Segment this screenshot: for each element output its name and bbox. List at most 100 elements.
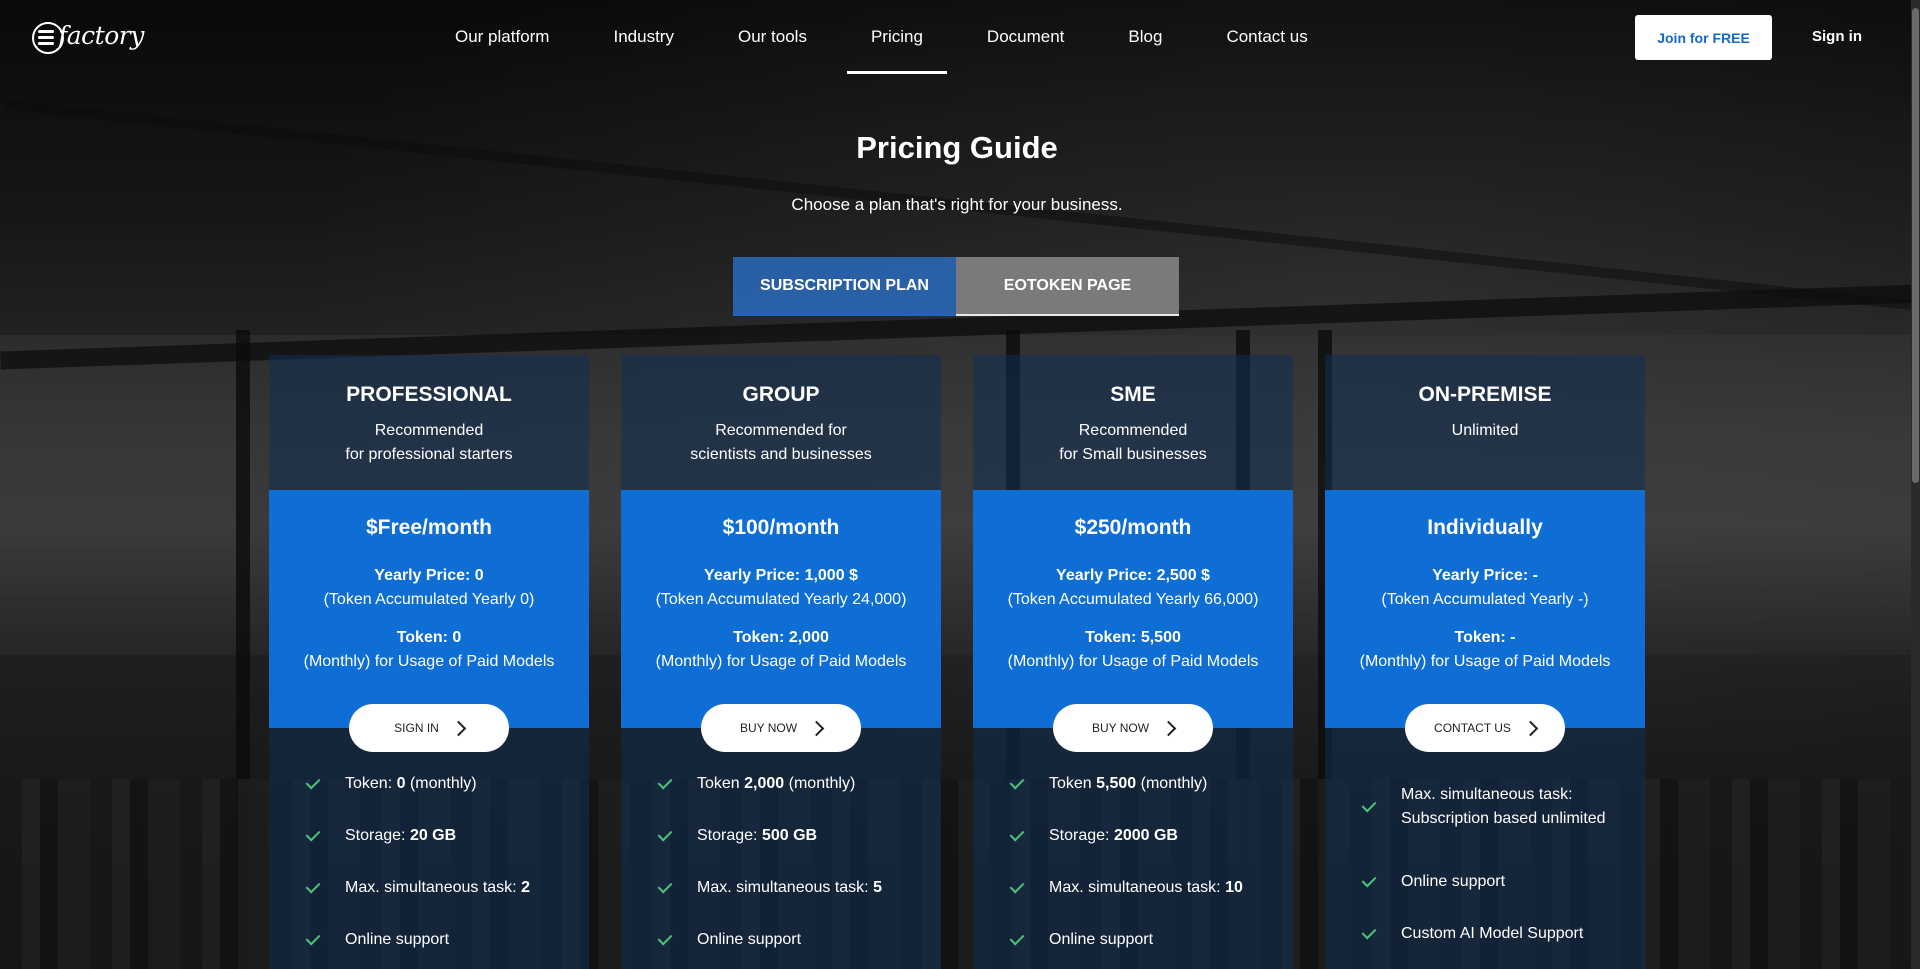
check-icon: [657, 878, 673, 894]
feature-text: Max. simultaneous task: 10: [1049, 879, 1243, 896]
tab-subscription-plan[interactable]: SUBSCRIPTION PLAN: [733, 257, 956, 316]
plan-feature: Token: 0 (monthly): [269, 758, 589, 810]
scrollbar[interactable]: [1911, 0, 1920, 969]
plan-feature: Online support: [621, 914, 941, 966]
nav-blog[interactable]: Blog: [1128, 0, 1162, 74]
feature-text: Online support: [1401, 873, 1506, 890]
tab-eotoken-page[interactable]: EOTOKEN PAGE: [956, 257, 1179, 316]
nav-document[interactable]: Document: [987, 0, 1064, 74]
plan-price: $Free/month: [365, 516, 493, 539]
plan-token: Token: 0 (Monthly) for Usage of Paid Mode…: [303, 629, 555, 670]
plan-header: SME Recommended for Small businesses: [973, 355, 1293, 490]
feature-text: Online support: [697, 931, 802, 948]
plan-yearly: Yearly Price: 0 (Token Accumulated Yearly…: [323, 567, 535, 608]
main-nav: Our platform Industry Our tools Pricing Docu…: [455, 0, 1308, 76]
feature-text: Online support: [345, 931, 450, 948]
cta-label: CONTACT US: [1434, 721, 1511, 735]
plan-recommendation: Recommended for Small businesses: [1059, 422, 1207, 463]
plan-features: Max. simultaneous task: Subscription bas…: [1325, 758, 1645, 960]
plan-token: Token: - (Monthly) for Usage of Paid Mode…: [1359, 629, 1611, 670]
plan-price: Individually: [1427, 516, 1543, 539]
feature-text: Max. simultaneous task: Subscription bas…: [1401, 786, 1606, 827]
buy-now-button[interactable]: BUY NOW: [1053, 704, 1213, 752]
plan-feature: Storage: 20 GB: [269, 810, 589, 862]
check-icon: [1009, 878, 1025, 894]
plan-recommendation: Recommended for professional starters: [345, 422, 513, 463]
nav-our-platform[interactable]: Our platform: [455, 0, 549, 74]
plan-card-sme: SME Recommended for Small businesses $250/m…: [973, 355, 1293, 969]
check-icon: [657, 774, 673, 790]
chevron-right-icon: [1522, 720, 1539, 736]
plan-header: ON-PREMISE Unlimited: [1325, 355, 1645, 490]
plan-recommendation: Unlimited: [1451, 422, 1519, 439]
page-title: Pricing Guide: [856, 130, 1058, 165]
check-icon: [1009, 930, 1025, 946]
plan-card-professional: PROFESSIONAL Recommended for professional …: [269, 355, 589, 969]
feature-text: Token 5,500 (monthly): [1049, 775, 1208, 792]
check-icon: [1361, 797, 1377, 813]
nav-pricing[interactable]: Pricing: [846, 0, 947, 74]
plan-price-box: $100/month Yearly Price: 1,000 $ (Token Ac…: [621, 490, 941, 728]
plan-yearly: Yearly Price: 1,000 $ (Token Accumulated …: [655, 567, 907, 608]
nav-industry[interactable]: Industry: [613, 0, 673, 74]
plan-name: PROFESSIONAL: [346, 383, 512, 406]
plan-price-box: $Free/month Yearly Price: 0 (Token Accumul…: [269, 490, 589, 728]
plan-feature: Max. simultaneous task: 10: [973, 862, 1293, 914]
plan-price-box: Individually Yearly Price: - (Token Accumu…: [1325, 490, 1645, 728]
site-header: factory Our platform Industry Our tools Pri…: [0, 0, 1920, 76]
plan-feature: Custom AI Model Support: [1325, 908, 1645, 960]
logo-text: factory: [58, 21, 144, 50]
plan-feature: Online support: [973, 914, 1293, 966]
contact-us-button[interactable]: CONTACT US: [1405, 704, 1565, 752]
plan-price-box: $250/month Yearly Price: 2,500 $ (Token Ac…: [973, 490, 1293, 728]
plan-feature: Online support: [269, 914, 589, 966]
check-icon: [305, 930, 321, 946]
plan-feature: Storage: 500 GB: [621, 810, 941, 862]
cta-label: BUY NOW: [739, 721, 798, 735]
check-icon: [305, 826, 321, 842]
feature-text: Storage: 20 GB: [345, 827, 457, 844]
plan-features: Token 5,500 (monthly) Storage: 2000 GB Max…: [973, 758, 1293, 966]
plan-feature: Token 2,000 (monthly): [621, 758, 941, 810]
cta-label: BUY NOW: [1091, 721, 1150, 735]
brand-logo[interactable]: factory: [32, 18, 144, 56]
plan-feature: Max. simultaneous task: 2: [269, 862, 589, 914]
chevron-right-icon: [1160, 720, 1177, 736]
plan-tabs: SUBSCRIPTION PLAN EOTOKEN PAGE: [733, 257, 1179, 316]
feature-text: Token 2,000 (monthly): [697, 775, 856, 792]
plan-name: ON-PREMISE: [1418, 383, 1552, 406]
plan-yearly: Yearly Price: - (Token Accumulated Yearly…: [1381, 567, 1589, 608]
chevron-right-icon: [808, 720, 825, 736]
check-icon: [1361, 872, 1377, 888]
chevron-right-icon: [450, 720, 467, 736]
scrollbar-thumb[interactable]: [1912, 8, 1919, 483]
nav-contact-us[interactable]: Contact us: [1226, 0, 1307, 74]
join-for-free-button[interactable]: Join for FREE: [1635, 15, 1772, 60]
check-icon: [1361, 924, 1377, 940]
plan-feature: Token 5,500 (monthly): [973, 758, 1293, 810]
cta-label: SIGN IN: [394, 721, 439, 735]
plan-header: PROFESSIONAL Recommended for professional …: [269, 355, 589, 490]
check-icon: [1009, 826, 1025, 842]
page-subtitle: Choose a plan that's right for your busi…: [791, 195, 1123, 214]
plan-name: SME: [1110, 383, 1156, 406]
feature-text: Custom AI Model Support: [1401, 925, 1584, 942]
check-icon: [1009, 774, 1025, 790]
plan-feature: Max. simultaneous task: 5: [621, 862, 941, 914]
buy-now-button[interactable]: BUY NOW: [701, 704, 861, 752]
plan-token: Token: 2,000 (Monthly) for Usage of Paid …: [655, 629, 907, 670]
plan-header: GROUP Recommended for scientists and busin…: [621, 355, 941, 490]
feature-text: Token: 0 (monthly): [345, 775, 477, 792]
nav-our-tools[interactable]: Our tools: [738, 0, 807, 74]
plan-price: $100/month: [722, 516, 840, 539]
check-icon: [305, 774, 321, 790]
plan-features: Token: 0 (monthly) Storage: 20 GB Max. sim…: [269, 758, 589, 966]
plan-card-on-premise: ON-PREMISE Unlimited Individually Yearly Pr…: [1325, 355, 1645, 969]
check-icon: [305, 878, 321, 894]
plan-card-group: GROUP Recommended for scientists and busin…: [621, 355, 941, 969]
sign-in-button[interactable]: SIGN IN: [349, 704, 509, 752]
feature-text: Max. simultaneous task: 2: [345, 879, 530, 896]
feature-text: Storage: 500 GB: [697, 827, 818, 844]
plan-yearly: Yearly Price: 2,500 $ (Token Accumulated …: [1007, 567, 1259, 608]
sign-in-link[interactable]: Sign in: [1812, 28, 1862, 45]
